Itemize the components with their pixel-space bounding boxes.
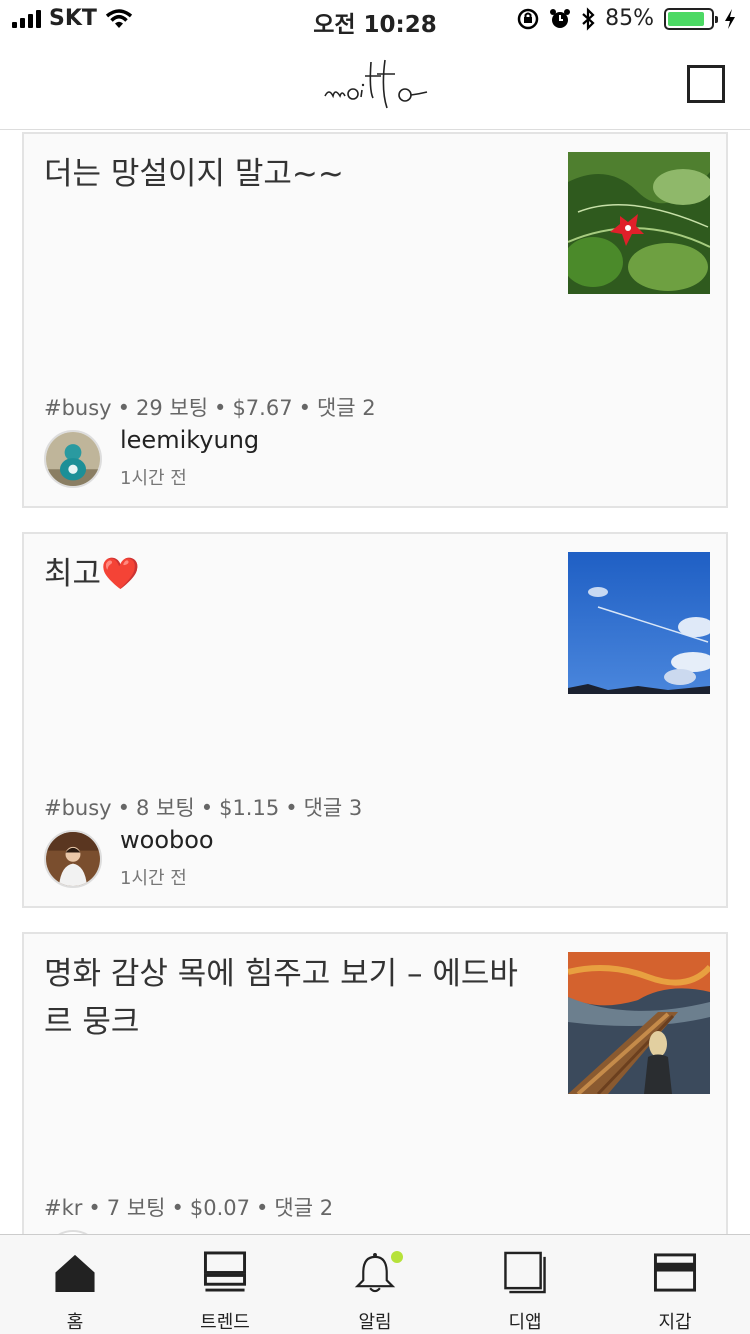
battery-icon <box>664 7 718 30</box>
teal-figure-avatar[interactable] <box>44 430 102 488</box>
dapp-icon <box>504 1251 546 1294</box>
post-title[interactable]: 최고❤️ <box>44 550 544 598</box>
post-title[interactable]: 명화 감상 목에 힘주고 보기 – 에드바르 뭉크 <box>44 950 544 1046</box>
app-header: moitto <box>0 40 750 130</box>
tab-bar: 홈 트렌드 알림 디앱 지갑 <box>0 1234 750 1334</box>
post-meta: #busy • 29 보팅 • $7.67 • 댓글 2 <box>44 396 376 420</box>
vote-count[interactable]: 8 보팅 <box>136 796 195 820</box>
battery-percent: 85% <box>605 6 654 31</box>
alarm-icon <box>550 8 571 28</box>
notification-dot <box>391 1251 403 1263</box>
payout-amount: $1.15 <box>219 796 280 820</box>
tab-label: 홈 <box>66 1312 84 1333</box>
person-avatar[interactable] <box>44 830 102 888</box>
comment-count[interactable]: 댓글 3 <box>304 796 363 820</box>
rotation-lock-icon <box>517 8 539 29</box>
vote-count[interactable]: 29 보팅 <box>136 396 208 420</box>
tab-wallet[interactable]: 지갑 <box>600 1235 750 1334</box>
tab-label: 지갑 <box>658 1312 692 1333</box>
author-name[interactable]: leemikyung <box>120 426 259 454</box>
the-scream-painting-image[interactable] <box>568 952 710 1094</box>
post-time: 1시간 전 <box>120 468 187 489</box>
tab-label: 디앱 <box>508 1312 542 1333</box>
post-card[interactable]: 명화 감상 목에 힘주고 보기 – 에드바르 뭉크 #kr • 7 보팅 • $0.07… <box>22 932 728 1234</box>
status-right: 85% <box>517 6 736 31</box>
status-bar: SKT 오전 10:28 85% <box>0 0 750 40</box>
red-flower-image[interactable] <box>568 152 710 294</box>
post-tag[interactable]: #busy <box>44 396 112 420</box>
post-card[interactable]: 최고❤️ #busy•8 보팅•$1.15•댓글 3 wooboo <box>22 532 728 908</box>
blue-sky-image[interactable] <box>568 552 710 694</box>
post-tag[interactable]: #kr <box>44 1196 82 1220</box>
vote-count[interactable]: 7 보팅 <box>107 1196 166 1220</box>
payout-amount: $7.67 <box>232 396 293 420</box>
post-meta: #kr • 7 보팅 • $0.07 • 댓글 2 <box>44 1196 334 1220</box>
tab-trend[interactable]: 트렌드 <box>150 1235 300 1334</box>
comment-count[interactable]: 댓글 2 <box>317 396 376 420</box>
tab-dapp[interactable]: 디앱 <box>450 1235 600 1334</box>
post-time: 1시간 전 <box>120 868 187 889</box>
post-feed[interactable]: 더는 망설이지 말고~~ #busy • 29 보팅 • $7.67 • 댓글 2 leem… <box>0 130 750 1234</box>
bluetooth-icon <box>582 6 595 31</box>
tab-label: 트렌드 <box>200 1312 250 1333</box>
moitto-logo: moitto <box>324 59 428 109</box>
post-card[interactable]: 더는 망설이지 말고~~ #busy • 29 보팅 • $7.67 • 댓글 2 leem… <box>22 132 728 508</box>
charging-bolt-icon <box>725 8 735 29</box>
trend-icon <box>203 1251 247 1292</box>
wallet-icon <box>653 1253 697 1292</box>
home-icon <box>55 1254 95 1293</box>
comment-count[interactable]: 댓글 2 <box>274 1196 333 1220</box>
post-tag[interactable]: #busy <box>44 796 112 820</box>
post-meta: #busy • 8 보팅 • $1.15 • 댓글 3 <box>44 796 363 820</box>
author-name[interactable]: wooboo <box>120 826 214 854</box>
tab-notifications[interactable]: 알림 <box>300 1235 450 1334</box>
post-title[interactable]: 더는 망설이지 말고~~ <box>44 150 544 198</box>
tab-home[interactable]: 홈 <box>0 1235 150 1334</box>
payout-amount: $0.07 <box>189 1196 250 1220</box>
tab-label: 알림 <box>358 1312 392 1333</box>
square-icon[interactable] <box>687 65 725 103</box>
